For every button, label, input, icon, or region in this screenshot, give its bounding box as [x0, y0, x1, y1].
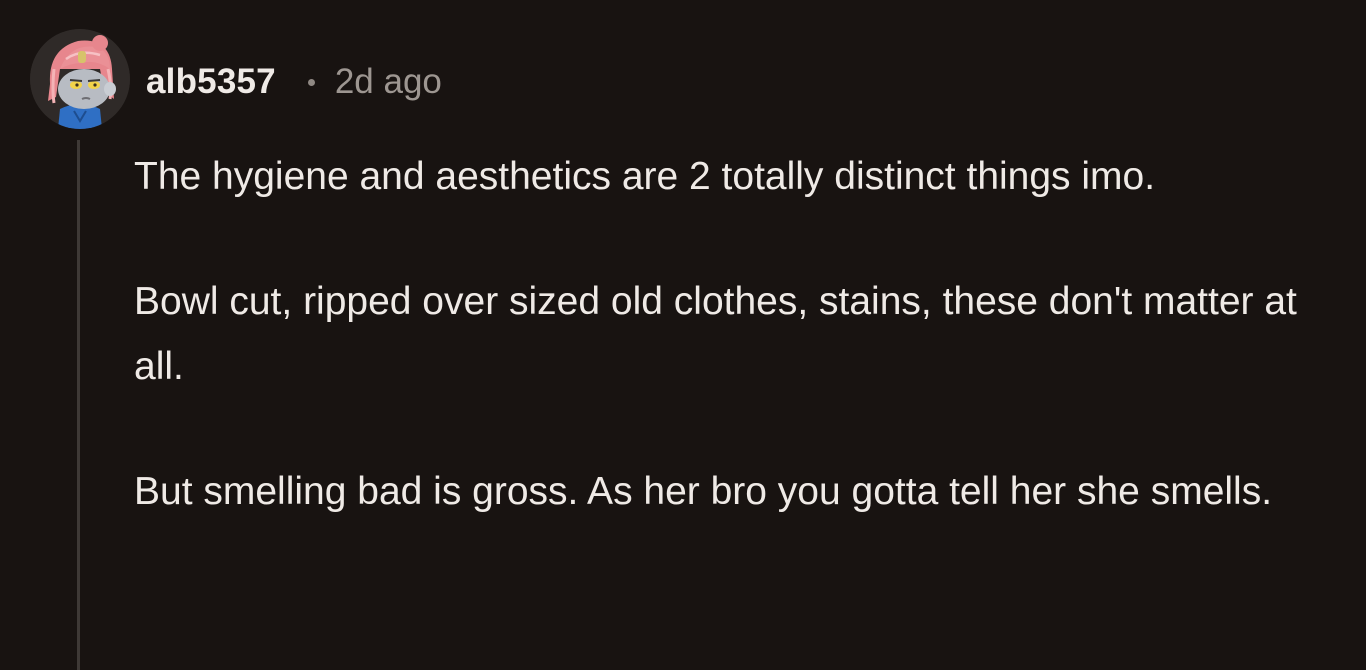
username-link[interactable]: alb5357 [146, 62, 276, 102]
comment-paragraph: But smelling bad is gross. As her bro yo… [134, 470, 1273, 513]
thread-line[interactable] [77, 140, 80, 670]
user-avatar-icon [30, 29, 130, 129]
comment-body: The hygiene and aesthetics are 2 totally… [134, 144, 1334, 524]
comment-paragraph: The hygiene and aesthetics are 2 totally… [134, 155, 1156, 198]
separator-dot [307, 78, 315, 86]
comment: alb5357 2d ago The hygiene and aesthetic… [0, 0, 1366, 670]
comment-meta: alb5357 2d ago [146, 60, 442, 104]
avatar[interactable] [30, 29, 130, 129]
comment-paragraph: Bowl cut, ripped over sized old clothes,… [134, 280, 1297, 388]
timestamp[interactable]: 2d ago [335, 62, 442, 102]
